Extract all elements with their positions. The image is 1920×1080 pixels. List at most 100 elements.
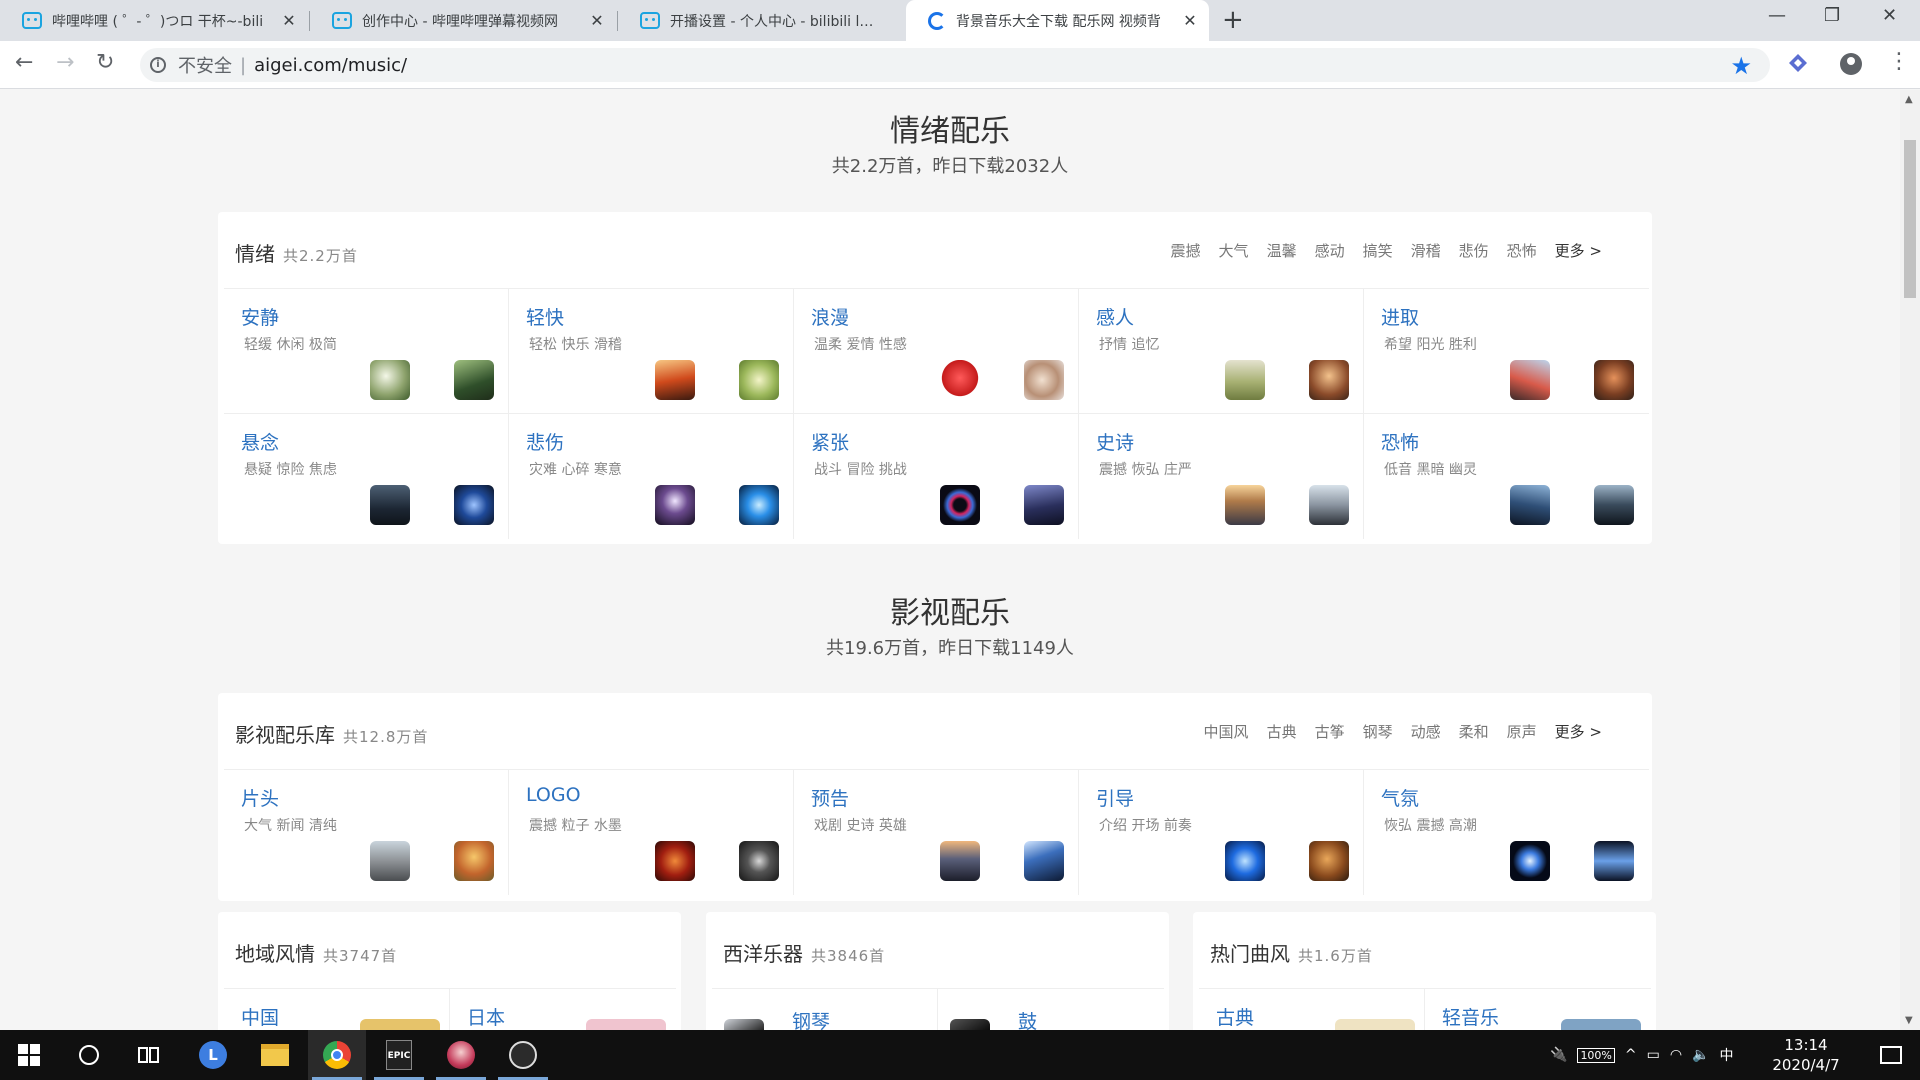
thumbnail-image[interactable]: [586, 1019, 666, 1030]
category-title[interactable]: 浪漫: [811, 303, 849, 330]
taskbar-clock[interactable]: 13:14 2020/4/7: [1754, 1035, 1858, 1075]
clock-app-icon[interactable]: L: [184, 1030, 242, 1080]
category-cell[interactable]: 紧张 战斗 冒险 挑战: [794, 413, 1079, 539]
power-plug-icon[interactable]: 🔌: [1550, 1047, 1567, 1063]
windows-start-icon[interactable]: [0, 1030, 58, 1080]
category-cell[interactable]: LOGO 震撼 粒子 水墨: [509, 769, 794, 895]
thumbnail-image[interactable]: [1225, 841, 1265, 881]
category-cell[interactable]: 古典: [1199, 988, 1425, 1030]
thumbnail-image[interactable]: [370, 485, 410, 525]
category-cell[interactable]: 轻快 轻松 快乐 滑稽: [509, 288, 794, 413]
tag-link[interactable]: 钢琴: [1363, 721, 1393, 742]
extension-icon[interactable]: [1786, 51, 1810, 75]
epic-games-icon[interactable]: EPIC: [370, 1030, 428, 1080]
ime-indicator[interactable]: 中: [1720, 1045, 1734, 1065]
category-title[interactable]: 紧张: [811, 428, 849, 455]
vertical-scrollbar[interactable]: ▲ ▼: [1900, 90, 1920, 1030]
volume-icon[interactable]: 🔈: [1692, 1047, 1709, 1063]
category-title[interactable]: 轻音乐: [1442, 1003, 1499, 1030]
thumbnail-image[interactable]: [1594, 841, 1634, 881]
tag-link[interactable]: 大气: [1219, 240, 1249, 261]
thumbnail-image[interactable]: [950, 1019, 990, 1030]
tag-link[interactable]: 感动: [1315, 240, 1345, 261]
address-bar[interactable]: i 不安全 | aigei.com/music/ ★: [140, 48, 1770, 82]
thumbnail-image[interactable]: [655, 485, 695, 525]
category-title[interactable]: 进取: [1381, 303, 1419, 330]
scrollbar-thumb[interactable]: [1904, 140, 1916, 298]
notification-center-icon[interactable]: [1862, 1030, 1920, 1080]
category-cell[interactable]: 气氛 恢弘 震撼 高潮: [1364, 769, 1649, 895]
close-tab-icon[interactable]: ✕: [588, 11, 606, 30]
tag-link[interactable]: 温馨: [1267, 240, 1297, 261]
thumbnail-image[interactable]: [655, 360, 695, 400]
new-tab-button[interactable]: +: [1222, 7, 1244, 33]
thumbnail-image[interactable]: [1225, 360, 1265, 400]
info-icon[interactable]: i: [150, 57, 166, 73]
category-cell[interactable]: 预告 戏剧 史诗 英雄: [794, 769, 1079, 895]
thumbnail-image[interactable]: [724, 1019, 764, 1030]
tag-link[interactable]: 滑稽: [1411, 240, 1441, 261]
obs-icon[interactable]: [494, 1030, 552, 1080]
tag-link[interactable]: 中国风: [1204, 721, 1249, 742]
category-cell[interactable]: 悲伤 灾难 心碎 寒意: [509, 413, 794, 539]
profile-icon[interactable]: [1840, 53, 1862, 75]
browser-tab[interactable]: 创作中心 - 哔哩哔哩弹幕视频网 ✕: [310, 0, 616, 41]
category-cell[interactable]: 安静 轻缓 休闲 极简: [224, 288, 509, 413]
category-title[interactable]: 安静: [241, 303, 279, 330]
thumbnail-image[interactable]: [940, 841, 980, 881]
scroll-down-arrow-icon[interactable]: ▼: [1905, 1015, 1913, 1026]
category-cell[interactable]: 浪漫 温柔 爱情 性感: [794, 288, 1079, 413]
close-tab-icon[interactable]: ✕: [1181, 11, 1199, 30]
category-cell[interactable]: 钢琴: [712, 988, 938, 1030]
thumbnail-image[interactable]: [1594, 485, 1634, 525]
thumbnail-image[interactable]: [454, 360, 494, 400]
thumbnail-image[interactable]: [1561, 1019, 1641, 1030]
thumbnail-image[interactable]: [1309, 485, 1349, 525]
battery-icon[interactable]: ▭: [1647, 1047, 1660, 1063]
tag-link[interactable]: 古典: [1267, 721, 1297, 742]
tag-link[interactable]: 搞笑: [1363, 240, 1393, 261]
thumbnail-image[interactable]: [370, 360, 410, 400]
thumbnail-image[interactable]: [1024, 360, 1064, 400]
thumbnail-image[interactable]: [454, 841, 494, 881]
thumbnail-image[interactable]: [940, 485, 980, 525]
category-title[interactable]: 预告: [811, 784, 849, 811]
category-title[interactable]: LOGO: [526, 784, 581, 806]
thumbnail-image[interactable]: [1024, 485, 1064, 525]
thumbnail-image[interactable]: [454, 485, 494, 525]
thumbnail-image[interactable]: [1510, 485, 1550, 525]
category-cell[interactable]: 史诗 震撼 恢弘 庄严: [1079, 413, 1364, 539]
thumbnail-image[interactable]: [1510, 360, 1550, 400]
tag-link[interactable]: 震撼: [1171, 240, 1201, 261]
scroll-up-arrow-icon[interactable]: ▲: [1905, 94, 1913, 105]
browser-tab[interactable]: 开播设置 - 个人中心 - bilibili link: [618, 0, 905, 41]
thumbnail-image[interactable]: [940, 360, 980, 400]
browser-tab[interactable]: 哔哩哔哩 ( ゜- ゜)つロ 干杯~-bili ✕: [0, 0, 308, 41]
thumbnail-image[interactable]: [1594, 360, 1634, 400]
chevron-up-icon[interactable]: ^: [1625, 1047, 1637, 1063]
category-title[interactable]: 气氛: [1381, 784, 1419, 811]
category-cell[interactable]: 恐怖 低音 黑暗 幽灵: [1364, 413, 1649, 539]
category-title[interactable]: 古典: [1216, 1003, 1254, 1030]
thumbnail-image[interactable]: [1309, 360, 1349, 400]
live-app-icon[interactable]: [432, 1030, 490, 1080]
category-cell[interactable]: 轻音乐: [1425, 988, 1651, 1030]
minimize-button[interactable]: —: [1768, 5, 1786, 26]
tag-link[interactable]: 原声: [1507, 721, 1537, 742]
thumbnail-image[interactable]: [1309, 841, 1349, 881]
close-tab-icon[interactable]: ✕: [280, 11, 298, 30]
category-title[interactable]: 感人: [1096, 303, 1134, 330]
chrome-icon[interactable]: [308, 1030, 366, 1080]
category-cell[interactable]: 片头 大气 新闻 清纯: [224, 769, 509, 895]
bookmark-star-icon[interactable]: ★: [1730, 52, 1752, 80]
more-link[interactable]: 更多 >: [1555, 721, 1602, 742]
category-cell[interactable]: 感人 抒情 追忆: [1079, 288, 1364, 413]
thumbnail-image[interactable]: [1024, 841, 1064, 881]
category-title[interactable]: 悬念: [241, 428, 279, 455]
battery-indicator[interactable]: 100%: [1577, 1047, 1615, 1063]
category-cell[interactable]: 悬念 悬疑 惊险 焦虑: [224, 413, 509, 539]
category-title[interactable]: 钢琴: [792, 1007, 830, 1030]
thumbnail-image[interactable]: [1335, 1019, 1415, 1030]
forward-arrow-icon[interactable]: →: [56, 52, 74, 74]
file-explorer-icon[interactable]: [246, 1030, 304, 1080]
